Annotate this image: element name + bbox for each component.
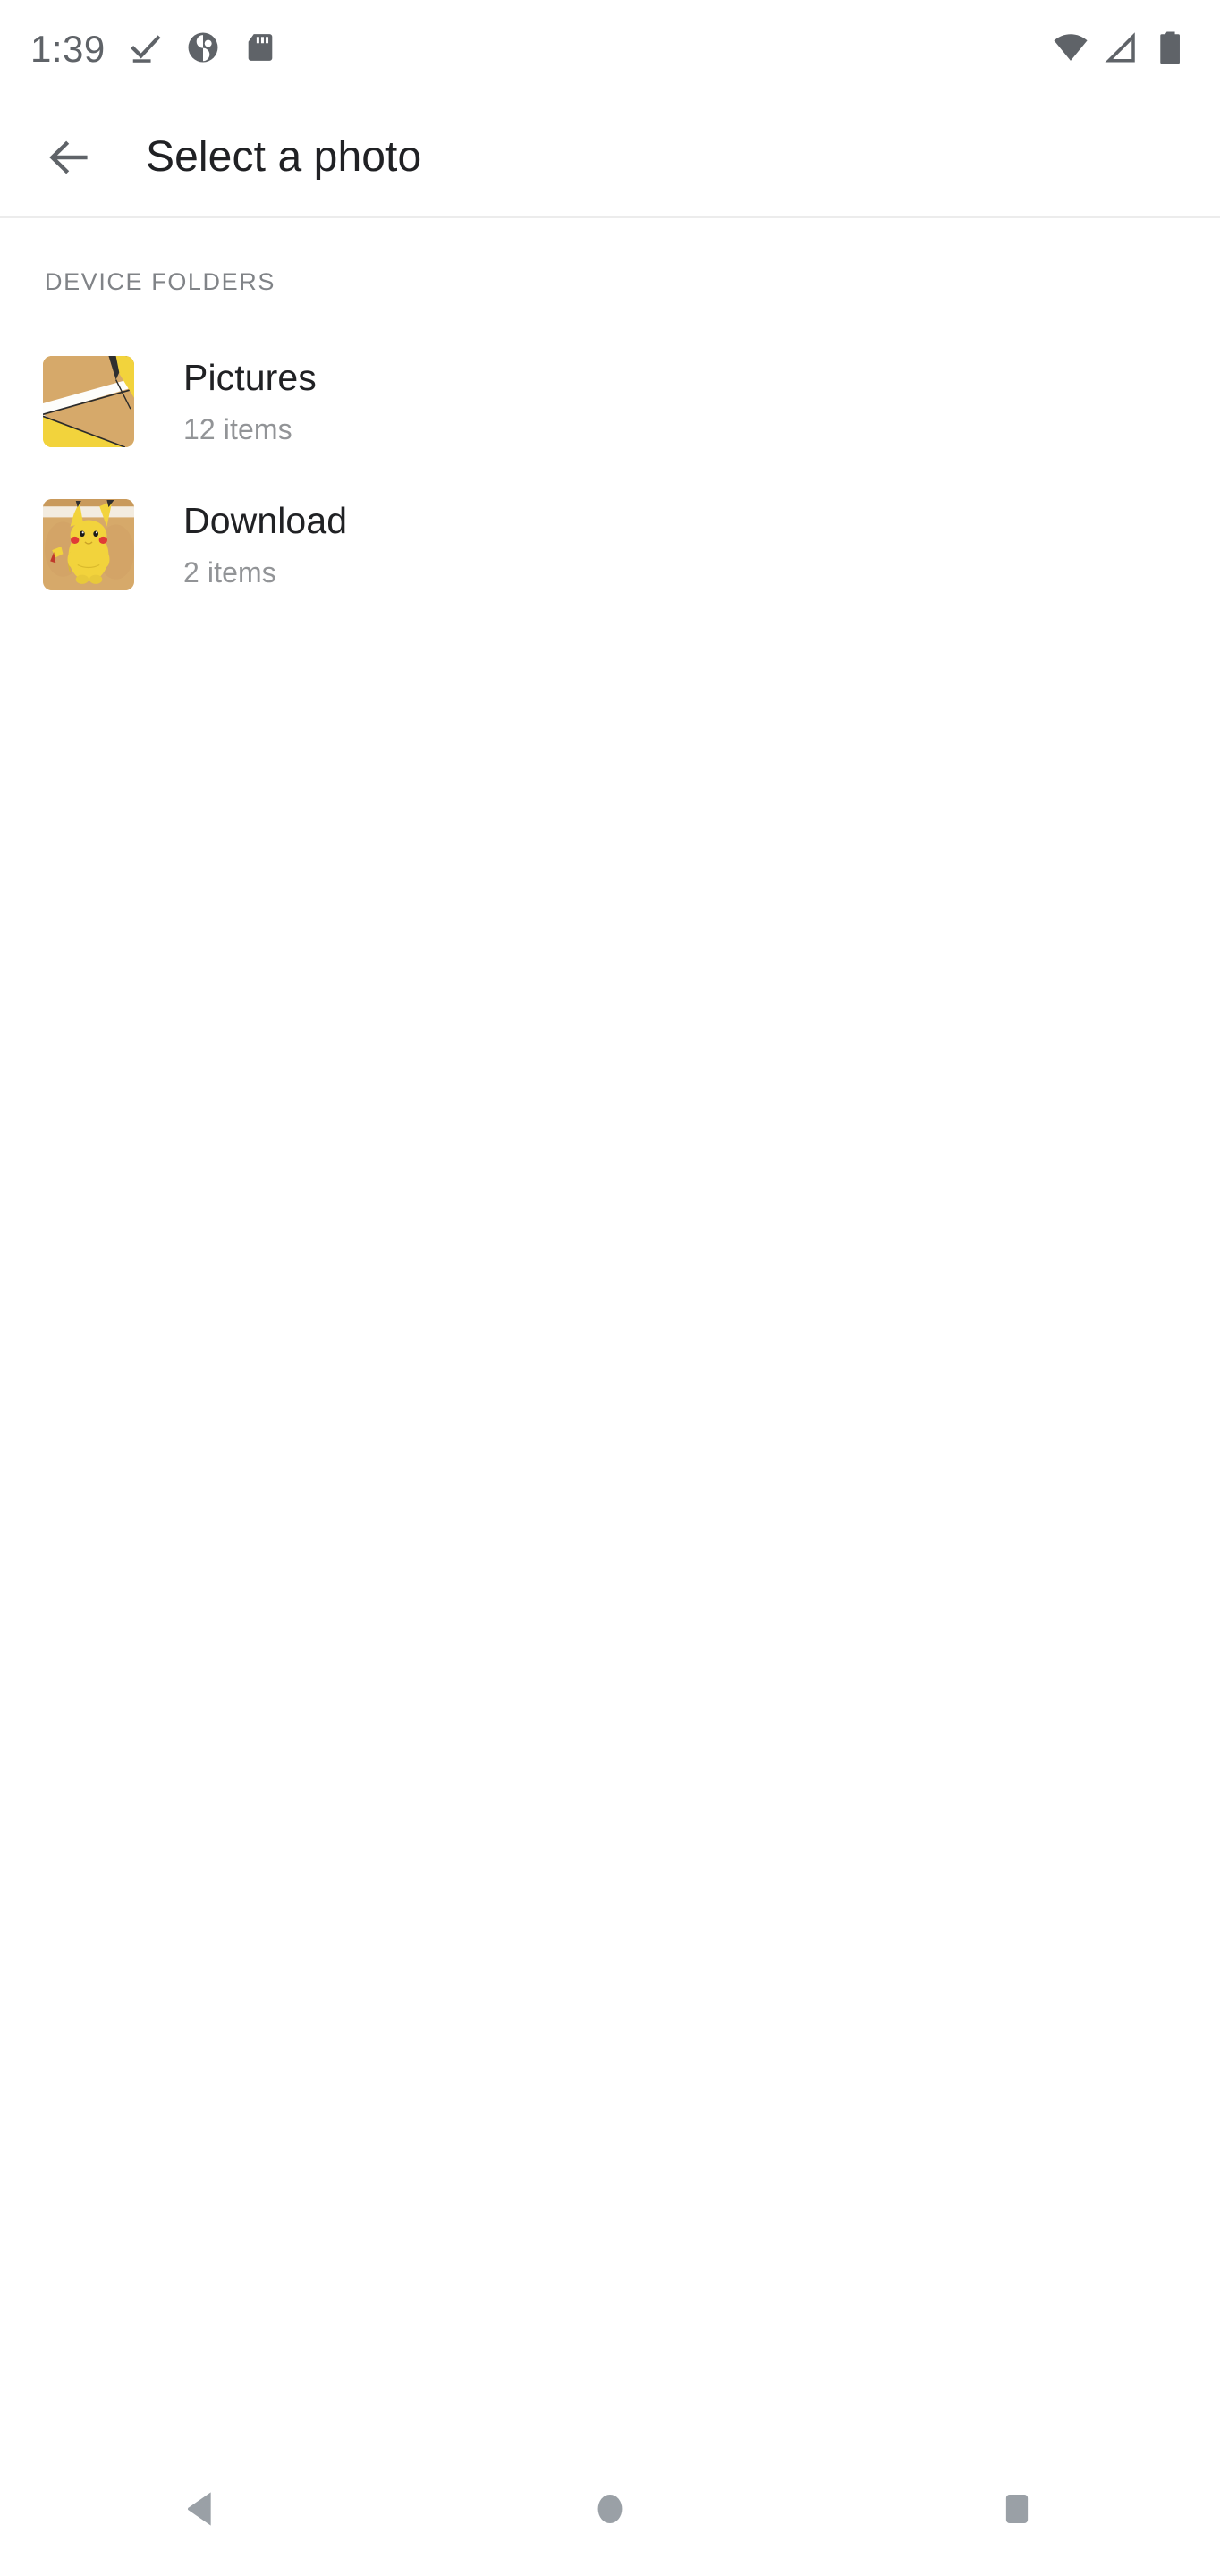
- system-navigation-bar: [0, 2442, 1220, 2576]
- circle-home-icon: [597, 2494, 623, 2524]
- status-clock: 1:39: [30, 28, 106, 70]
- nav-recents-button[interactable]: [936, 2460, 1097, 2558]
- triangle-back-icon: [188, 2492, 211, 2526]
- folder-thumbnail-download: [43, 499, 134, 590]
- back-button[interactable]: [27, 114, 113, 200]
- folder-row-download[interactable]: Download 2 items: [0, 473, 1220, 616]
- folder-thumbnail-pictures: [43, 356, 134, 447]
- checkmark-icon: [129, 30, 163, 69]
- folder-name: Download: [183, 499, 348, 541]
- status-bar-left: 1:39: [30, 30, 277, 69]
- folder-item-count: 12 items: [183, 412, 292, 445]
- contrast-accessibility-icon: [186, 30, 220, 69]
- folder-item-count: 2 items: [183, 555, 276, 589]
- folder-info-pictures: Pictures 12 items: [183, 356, 317, 445]
- nav-back-button[interactable]: [123, 2460, 284, 2558]
- nav-home-button[interactable]: [530, 2460, 690, 2558]
- status-bar-right: [1052, 29, 1190, 71]
- folder-row-pictures[interactable]: Pictures 12 items: [0, 330, 1220, 473]
- wifi-icon: [1052, 29, 1089, 71]
- toolbar: Select a photo: [0, 98, 1220, 216]
- square-recents-icon: [1005, 2494, 1028, 2524]
- sd-card-icon: [243, 30, 277, 69]
- folder-list: Pictures 12 items Download 2 items: [0, 330, 1220, 616]
- battery-icon: [1152, 29, 1190, 71]
- folder-name: Pictures: [183, 356, 317, 398]
- page-title: Select a photo: [146, 133, 422, 181]
- folder-info-download: Download 2 items: [183, 499, 348, 589]
- section-header-device-folders: DEVICE FOLDERS: [45, 268, 275, 295]
- status-bar: 1:39: [0, 0, 1220, 98]
- cellular-signal-icon: [1102, 29, 1140, 71]
- arrow-back-icon: [49, 140, 88, 174]
